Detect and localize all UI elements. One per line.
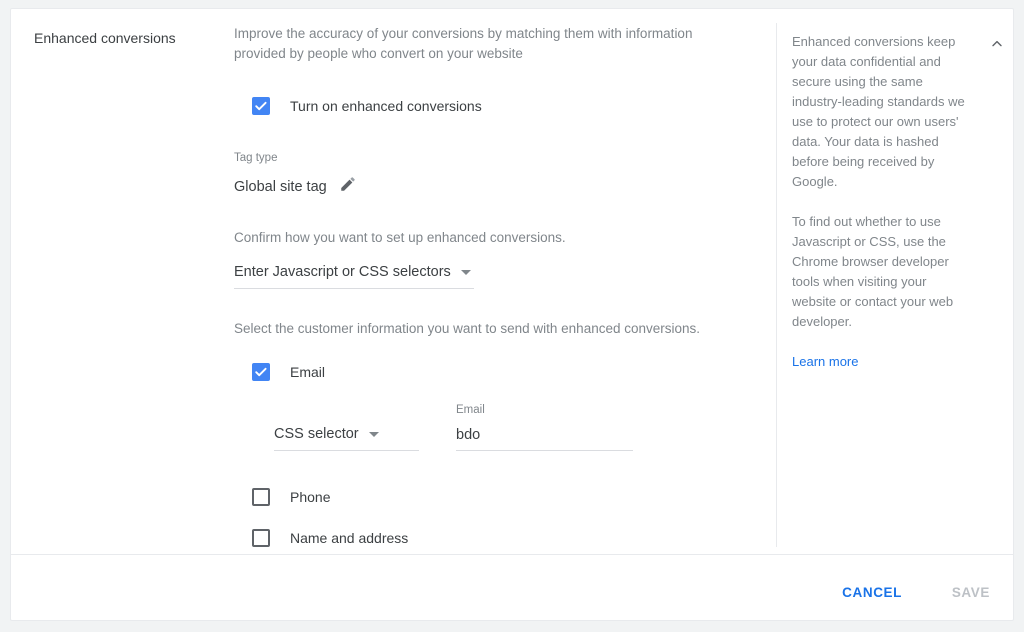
setup-method-prompt: Confirm how you want to set up enhanced … (234, 230, 566, 245)
chevron-down-icon (368, 431, 379, 437)
customer-info-checkbox-name-and-address[interactable]: Name and address (252, 528, 754, 548)
turn-on-enhanced-conversions-label: Turn on enhanced conversions (290, 98, 482, 114)
setup-method-select[interactable]: Enter Javascript or CSS selectors (234, 262, 474, 289)
pencil-icon[interactable] (339, 175, 357, 198)
email-selector-type-value: CSS selector (274, 426, 359, 442)
setup-method-selected-value: Enter Javascript or CSS selectors (234, 264, 451, 280)
enhanced-conversions-card: Enhanced conversions Improve the accurac… (10, 8, 1014, 621)
email-selector-type-select[interactable]: CSS selector (274, 424, 419, 451)
customer-info-label-name-and-address: Name and address (290, 530, 409, 546)
help-panel: Enhanced conversions keep your data conf… (776, 23, 1015, 547)
setup-method-block: Confirm how you want to set up enhanced … (234, 228, 754, 289)
card-footer: CANCEL SAVE (11, 554, 1013, 620)
customer-info-label-phone: Phone (290, 489, 331, 505)
help-paragraph-1: Enhanced conversions keep your data conf… (792, 34, 965, 189)
email-value-field[interactable]: bdo (456, 425, 633, 451)
page-title: Enhanced conversions (34, 30, 176, 46)
tag-type-value-row: Global site tag (234, 175, 754, 198)
checkbox-unchecked-icon[interactable] (252, 488, 270, 506)
main-content-column: Improve the accuracy of your conversions… (234, 24, 754, 548)
help-panel-inner: Enhanced conversions keep your data conf… (777, 23, 1015, 372)
customer-info-label-email: Email (290, 364, 326, 380)
section-description: Improve the accuracy of your conversions… (234, 26, 693, 61)
email-selector-row: CSS selector Email bdo (274, 402, 754, 451)
tag-type-block: Tag type Global site tag (234, 150, 754, 198)
email-value-field-label: Email (456, 404, 485, 416)
turn-on-enhanced-conversions-row[interactable]: Turn on enhanced conversions (252, 96, 754, 116)
checkbox-checked-icon[interactable] (252, 97, 270, 115)
customer-info-checkbox-phone[interactable]: Phone (252, 487, 754, 507)
card-body: Enhanced conversions Improve the accurac… (11, 9, 1013, 554)
cancel-button[interactable]: CANCEL (842, 585, 902, 600)
checkbox-checked-icon[interactable] (252, 363, 270, 381)
learn-more-link[interactable]: Learn more (792, 354, 858, 369)
help-paragraph-2: To find out whether to use Javascript or… (792, 214, 954, 329)
customer-info-block: Select the customer information you want… (234, 319, 754, 548)
email-value-field-value: bdo (456, 427, 481, 443)
email-value-field-wrap: Email bdo (456, 402, 633, 451)
save-button[interactable]: SAVE (952, 585, 990, 600)
customer-info-checkbox-email[interactable]: Email (252, 362, 754, 382)
tag-type-value: Global site tag (234, 178, 327, 195)
checkbox-unchecked-icon[interactable] (252, 529, 270, 547)
chevron-up-icon[interactable] (985, 32, 1009, 56)
chevron-down-icon (460, 269, 471, 275)
tag-type-label: Tag type (234, 152, 278, 164)
customer-info-prompt: Select the customer information you want… (234, 321, 701, 336)
